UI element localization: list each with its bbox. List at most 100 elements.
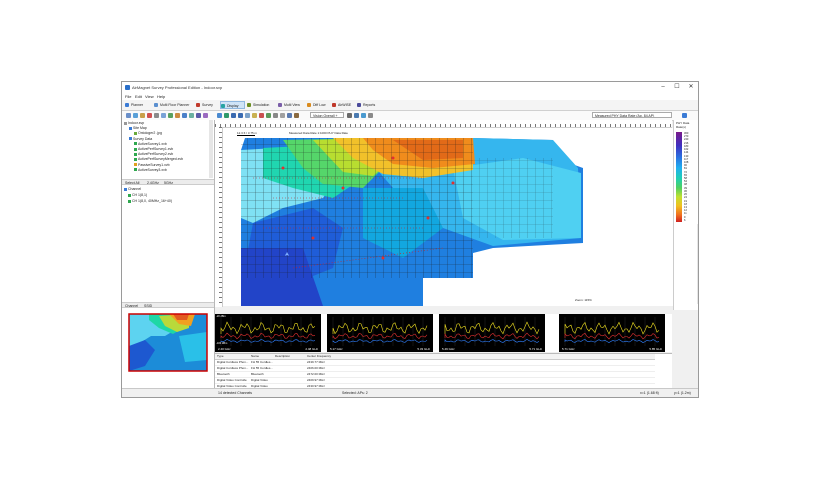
wifi-icon[interactable] xyxy=(361,113,366,118)
maximize-button[interactable]: ☐ xyxy=(670,83,684,92)
channel-root[interactable]: Channel xyxy=(124,187,141,192)
ribbon-survey-button[interactable]: Survey xyxy=(196,101,218,109)
column-header[interactable]: Type xyxy=(217,354,250,359)
survey-icon xyxy=(196,103,200,107)
band-24-checkbox[interactable]: 2.4GHz xyxy=(147,180,159,186)
grid-icon[interactable] xyxy=(224,113,229,118)
highlight-icon[interactable] xyxy=(252,113,257,118)
close-button[interactable]: ✕ xyxy=(684,83,698,92)
tree-item-icon xyxy=(129,137,132,141)
diff-icon xyxy=(307,103,311,107)
delete-icon[interactable] xyxy=(147,113,152,118)
ap-marker xyxy=(381,256,385,260)
spectrum-freq-end: 2.48 GHz xyxy=(305,347,318,351)
view-mode-select[interactable]: Vision Overall + xyxy=(310,112,344,118)
menu-edit[interactable]: Edit xyxy=(135,94,142,99)
ribbon-multi-view-button[interactable]: Multi View xyxy=(278,101,305,109)
ribbon-reports-button[interactable]: Reports xyxy=(357,101,380,109)
ribbon-planner-button[interactable]: Planner xyxy=(125,101,152,109)
ribbon-simulation-button[interactable]: Simulation xyxy=(247,101,276,109)
chevron-down-icon[interactable] xyxy=(682,113,687,118)
zoom-out-icon[interactable] xyxy=(238,113,243,118)
save-icon[interactable] xyxy=(133,113,138,118)
move-icon[interactable] xyxy=(189,113,194,118)
paste-icon[interactable] xyxy=(168,113,173,118)
ribbon-display-button[interactable]: Display xyxy=(220,101,245,109)
flag-icon[interactable] xyxy=(259,113,264,118)
channel-item[interactable]: CH 1(8,1) xyxy=(128,193,147,198)
ribbon-airwise-button[interactable]: AirWISE xyxy=(332,101,355,109)
route-icon[interactable] xyxy=(266,113,271,118)
select-all-checkbox[interactable]: Select All xyxy=(125,181,139,185)
table-cell: Digital Video xyxy=(251,378,268,382)
measurement-select[interactable]: Measured PHY Data Rate (Ap, 84 AP) xyxy=(592,112,672,118)
ap-marker xyxy=(341,186,345,190)
tab-ssid[interactable]: SSID xyxy=(144,303,152,309)
top-ruler xyxy=(215,120,672,128)
camera-icon[interactable] xyxy=(347,113,352,118)
table-cell: Digital Cordless Phon... xyxy=(217,360,249,364)
channel-icon xyxy=(128,193,131,197)
cut-icon[interactable] xyxy=(154,113,159,118)
status-x: x=1 (1.68 ft) xyxy=(640,391,659,395)
table-cell: Bluetooth xyxy=(217,372,230,376)
tab-channel[interactable]: Channel xyxy=(125,304,138,308)
app-logo-icon xyxy=(125,85,130,90)
measure-icon[interactable] xyxy=(203,113,208,118)
column-header[interactable]: Description xyxy=(275,354,305,359)
spectrum-chart[interactable]: -20 dBm -100 dBm 2.40 GHz 2.48 GHz xyxy=(215,314,321,352)
select-icon[interactable] xyxy=(182,113,187,118)
ap-marker xyxy=(311,236,315,240)
menu-help[interactable]: Help xyxy=(157,94,165,99)
coverage-heatmap xyxy=(241,138,583,306)
open-icon[interactable] xyxy=(126,113,131,118)
legend-scrollbar[interactable] xyxy=(697,224,698,304)
column-header[interactable]: Name xyxy=(251,354,274,359)
table-cell: Digital Cordless Phon... xyxy=(217,366,249,370)
spectrum-chart[interactable]: 5.49 GHz 5.71 GHz xyxy=(439,314,545,352)
fit-icon[interactable] xyxy=(245,113,250,118)
copy-icon[interactable] xyxy=(161,113,166,118)
ribbon-multi-floor-planner-button[interactable]: Multi Floor Planner xyxy=(154,101,194,109)
add-ap-icon[interactable] xyxy=(217,113,222,118)
folder-icon xyxy=(124,187,127,191)
print-icon[interactable] xyxy=(287,113,292,118)
table-cell: FH 55 Cordles... xyxy=(251,366,273,370)
minimize-button[interactable]: – xyxy=(656,83,670,92)
multi-floor-icon xyxy=(154,103,158,107)
minimap[interactable] xyxy=(125,310,211,385)
tree-scrollbar[interactable] xyxy=(209,120,213,178)
rotate-icon[interactable] xyxy=(196,113,201,118)
spectrum-freq-start: 5.71 GHz xyxy=(562,347,575,351)
tree-item-icon xyxy=(134,152,137,156)
zoom-in-icon[interactable] xyxy=(231,113,236,118)
table-cell: Digital Video Controlle xyxy=(217,378,247,382)
spectrum-y-top: -20 dBm xyxy=(216,315,226,318)
application-window: AirMagnet Survey Professional Edition - … xyxy=(121,81,699,398)
spectrum-chart[interactable]: 5.17 GHz 5.33 GHz xyxy=(327,314,433,352)
ribbon-diff-button[interactable]: Diff Low xyxy=(307,101,330,109)
spectrum-chart[interactable]: 5.71 GHz 5.85 GHz xyxy=(559,314,665,352)
legend-color-bar xyxy=(676,132,682,222)
spectrum-freq-end: 5.71 GHz xyxy=(529,347,542,351)
band-5-checkbox[interactable]: 5GHz xyxy=(164,180,173,186)
menu-view[interactable]: View xyxy=(145,94,154,99)
minimap-heatmap xyxy=(125,310,211,385)
refresh-icon[interactable] xyxy=(280,113,285,118)
floor-plan-canvas[interactable]: 12.3 ft / 3.75 m Measured Data Rate 1:10… xyxy=(223,128,673,306)
filter-icon[interactable] xyxy=(354,113,359,118)
pan-icon[interactable] xyxy=(140,113,145,118)
column-header[interactable]: Center Frequency xyxy=(307,354,387,359)
multi-view-icon xyxy=(278,103,282,107)
export-icon[interactable] xyxy=(294,113,299,118)
menu-file[interactable]: File xyxy=(125,94,131,99)
spectrum-panel: -20 dBm -100 dBm 2.40 GHz 2.48 GHz 5.17 GHz 5… xyxy=(215,314,672,352)
table-cell: Bluetooth xyxy=(251,372,264,376)
window-title: AirMagnet Survey Professional Edition - … xyxy=(132,85,223,90)
settings-icon[interactable] xyxy=(273,113,278,118)
ap-marker xyxy=(391,156,395,160)
tree-item[interactable]: ActiveSurvey3.xvb xyxy=(134,168,167,173)
undo-icon[interactable] xyxy=(175,113,180,118)
help-icon[interactable] xyxy=(368,113,373,118)
channel-item[interactable]: CH 1(8,0, 40MHz_16+40) xyxy=(128,199,172,204)
